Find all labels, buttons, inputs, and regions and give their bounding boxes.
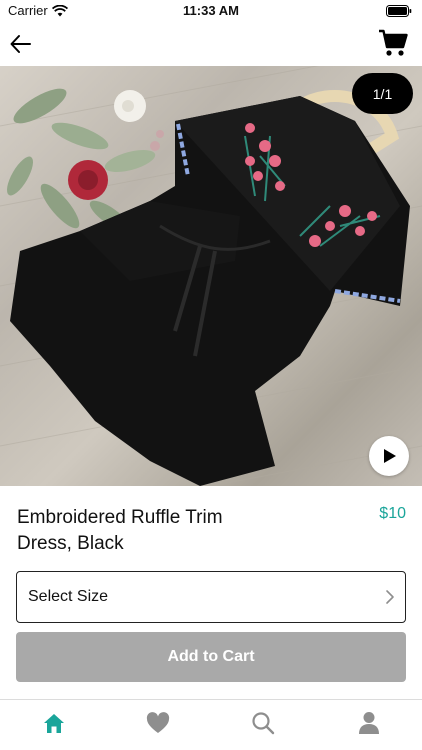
status-time: 11:33 AM — [183, 3, 239, 18]
product-title: Embroidered Ruffle Trim Dress, Black — [17, 507, 223, 554]
nav-bar — [0, 24, 422, 66]
tab-favorites[interactable] — [145, 710, 171, 736]
size-select[interactable]: Select Size — [16, 571, 406, 623]
play-video-button[interactable] — [369, 436, 409, 476]
arrow-left-icon — [10, 35, 31, 53]
product-image[interactable]: 1/1 — [0, 66, 422, 486]
battery-icon — [386, 5, 412, 17]
play-icon — [384, 449, 396, 463]
back-button[interactable] — [8, 31, 38, 59]
product-photo — [0, 66, 422, 486]
tab-home[interactable] — [41, 710, 67, 736]
tab-profile[interactable] — [356, 710, 382, 736]
status-bar: Carrier 11:33 AM — [0, 0, 422, 24]
heart-icon — [146, 712, 170, 733]
shopping-cart-icon — [379, 29, 408, 56]
home-icon — [44, 714, 64, 733]
add-to-cart-button[interactable]: Add to Cart — [16, 632, 406, 682]
product-price: $10 — [379, 505, 406, 522]
image-page-indicator: 1/1 — [352, 73, 413, 114]
profile-icon — [359, 712, 379, 734]
chevron-right-icon — [386, 590, 394, 604]
search-icon — [252, 712, 275, 735]
cart-button[interactable] — [378, 28, 410, 60]
tab-bar — [0, 699, 422, 750]
tab-search[interactable] — [250, 710, 276, 736]
size-select-label: Select Size — [28, 588, 109, 605]
